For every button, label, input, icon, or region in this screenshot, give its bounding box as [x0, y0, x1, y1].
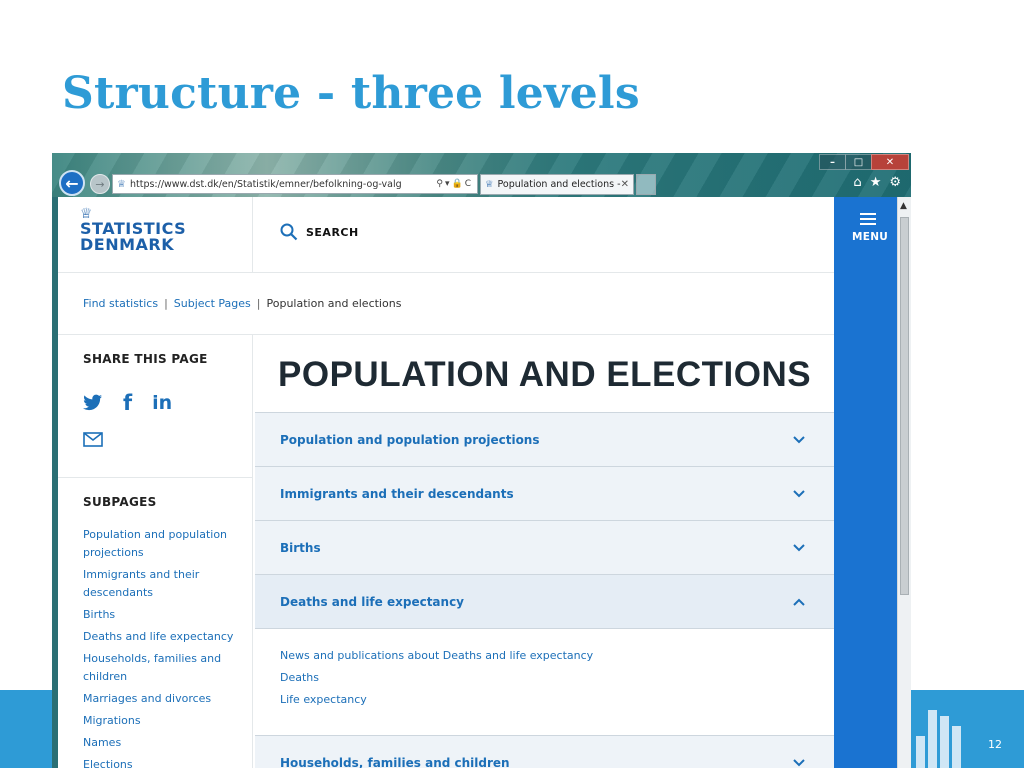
crown-favicon-icon: ♕: [485, 179, 494, 190]
breadcrumb-find-statistics[interactable]: Find statistics: [83, 297, 158, 310]
window-controls: – □ ✕: [819, 154, 909, 170]
forward-button[interactable]: →: [90, 174, 110, 194]
accordion-label: Births: [280, 540, 321, 555]
subpage-link[interactable]: Elections: [83, 756, 238, 768]
breadcrumb-subject-pages[interactable]: Subject Pages: [174, 297, 251, 310]
slide-number: 12: [988, 738, 1002, 751]
hamburger-icon: [860, 213, 876, 228]
facebook-icon[interactable]: f: [123, 391, 132, 415]
browser-toolbar: ⌂ ★ ⚙: [853, 175, 901, 190]
page-scrollbar[interactable]: ▲: [897, 197, 911, 768]
menu-button[interactable]: MENU: [834, 197, 897, 768]
breadcrumb-rule: [58, 334, 834, 335]
address-tools-icon[interactable]: ⚲▾🔒C: [436, 179, 477, 189]
subpage-link[interactable]: Immigrants and their descendants: [83, 566, 238, 602]
scroll-thumb[interactable]: [900, 217, 909, 595]
subpage-link[interactable]: Population and population projections: [83, 526, 238, 562]
slide-title: Structure - three levels: [62, 68, 640, 119]
breadcrumb: Find statistics | Subject Pages | Population…: [83, 297, 402, 310]
new-tab-button[interactable]: [636, 174, 656, 195]
accordion-row[interactable]: Population and population projections: [255, 412, 834, 466]
tab-title: Population and elections - ...: [497, 179, 621, 190]
subpages-list: Population and population projections Im…: [83, 526, 238, 768]
home-icon[interactable]: ⌂: [853, 175, 861, 190]
accordion-label: Deaths and life expectancy: [280, 594, 465, 609]
share-heading: SHARE THIS PAGE: [83, 352, 208, 366]
minimize-button[interactable]: –: [819, 154, 846, 170]
sidebar-rule: [58, 477, 252, 478]
menu-label: MENU: [852, 231, 889, 243]
chevron-down-icon: [793, 758, 805, 766]
chevron-down-icon: [793, 435, 805, 443]
breadcrumb-current: Population and elections: [266, 297, 402, 310]
chevron-up-icon: [793, 598, 805, 606]
accordion-row[interactable]: Births: [255, 520, 834, 574]
back-button[interactable]: ←: [59, 170, 85, 196]
site-logo[interactable]: ♕ STATISTICS DENMARK: [80, 207, 186, 253]
mail-icon[interactable]: [83, 432, 103, 447]
accordion-label: Households, families and children: [280, 755, 510, 768]
search-icon: [280, 223, 298, 241]
subpage-link[interactable]: Births: [83, 606, 238, 624]
header-divider: [252, 197, 253, 272]
scroll-up-icon[interactable]: ▲: [900, 201, 907, 211]
accordion-row-open[interactable]: Deaths and life expectancy: [255, 574, 834, 628]
footer-bars-logo: [916, 706, 968, 768]
page-viewport: ♕ STATISTICS DENMARK SEARCH MENU Find st…: [58, 197, 897, 768]
tab-active[interactable]: ♕ Population and elections - ... ✕: [480, 174, 634, 195]
close-button[interactable]: ✕: [871, 154, 909, 170]
browser-window: – □ ✕ ← → ♕ https://www.dst.dk/en/Statis…: [52, 153, 911, 768]
arrow-left-icon: ←: [65, 173, 79, 193]
chevron-down-icon: [793, 543, 805, 551]
accordion-row[interactable]: Immigrants and their descendants: [255, 466, 834, 520]
expanded-link[interactable]: Deaths: [280, 667, 809, 689]
tab-close-icon[interactable]: ✕: [621, 179, 633, 190]
accordion-label: Population and population projections: [280, 432, 540, 447]
social-links: f in: [83, 391, 192, 415]
accordion: Population and population projections Im…: [255, 412, 834, 768]
subpages-heading: SUBPAGES: [83, 495, 157, 509]
page-heading: POPULATION AND ELECTIONS: [278, 355, 812, 394]
accordion-expanded-content: News and publications about Deaths and l…: [255, 628, 834, 735]
subpage-link[interactable]: Households, families and children: [83, 650, 238, 686]
sidebar-divider: [252, 334, 253, 768]
star-icon[interactable]: ★: [870, 175, 882, 190]
gear-icon[interactable]: ⚙: [889, 175, 901, 190]
linkedin-icon[interactable]: in: [152, 392, 172, 414]
crown-favicon-icon: ♕: [117, 178, 126, 190]
address-url[interactable]: https://www.dst.dk/en/Statistik/emner/be…: [130, 179, 436, 190]
subpage-link[interactable]: Deaths and life expectancy: [83, 628, 238, 646]
subpage-link[interactable]: Marriages and divorces: [83, 690, 238, 708]
search-label: SEARCH: [306, 225, 359, 239]
chevron-down-icon: [793, 489, 805, 497]
twitter-icon[interactable]: [83, 394, 103, 412]
subpage-link[interactable]: Names: [83, 734, 238, 752]
maximize-button[interactable]: □: [845, 154, 872, 170]
search-button[interactable]: SEARCH: [280, 223, 359, 241]
header-rule: [58, 272, 834, 273]
accordion-label: Immigrants and their descendants: [280, 486, 514, 501]
expanded-link[interactable]: News and publications about Deaths and l…: [280, 645, 809, 667]
address-bar[interactable]: ♕ https://www.dst.dk/en/Statistik/emner/…: [112, 174, 478, 194]
subpage-link[interactable]: Migrations: [83, 712, 238, 730]
arrow-right-icon: →: [95, 177, 105, 191]
expanded-link[interactable]: Life expectancy: [280, 689, 809, 711]
accordion-row[interactable]: Households, families and children: [255, 735, 834, 768]
logo-line-2: DENMARK: [80, 235, 175, 254]
